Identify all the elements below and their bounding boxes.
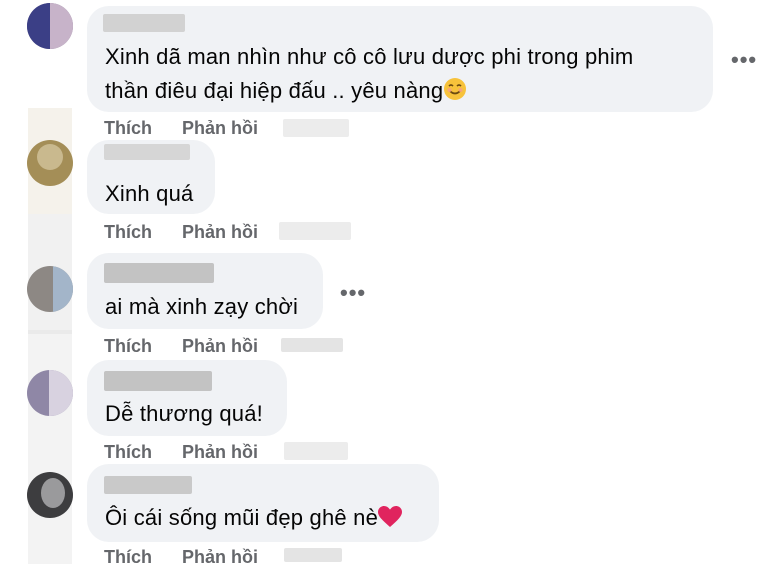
- reply-button[interactable]: Phản hồi: [182, 118, 258, 139]
- avatar[interactable]: [27, 370, 73, 416]
- red-heart-icon: [378, 506, 403, 534]
- avatar[interactable]: [27, 3, 73, 49]
- timestamp-blurred: [279, 222, 351, 240]
- more-options-icon[interactable]: •••: [731, 49, 757, 71]
- reply-button[interactable]: Phản hồi: [182, 222, 258, 243]
- smiling-face-icon: [443, 77, 467, 107]
- avatar[interactable]: [27, 472, 73, 518]
- like-button[interactable]: Thích: [104, 547, 152, 568]
- comment-text-line: Ôi cái sống mũi đẹp ghê nè: [105, 505, 379, 530]
- comment-text: Xinh dã man nhìn như cô cô lưu dược phi …: [105, 44, 634, 69]
- avatar[interactable]: [27, 140, 73, 186]
- reply-button[interactable]: Phản hồi: [182, 442, 258, 463]
- timestamp-blurred: [283, 119, 349, 137]
- reply-button[interactable]: Phản hồi: [182, 336, 258, 357]
- comment-text: Xinh quá: [105, 181, 194, 206]
- timestamp-blurred: [284, 442, 348, 460]
- commenter-name-blurred[interactable]: [104, 476, 192, 494]
- comment-text: Dễ thương quá!: [105, 401, 263, 426]
- like-button[interactable]: Thích: [104, 118, 152, 139]
- like-button[interactable]: Thích: [104, 442, 152, 463]
- comment-text: Ôi cái sống mũi đẹp ghê nè: [105, 505, 403, 534]
- avatar[interactable]: [27, 266, 73, 312]
- like-button[interactable]: Thích: [104, 222, 152, 243]
- reply-button[interactable]: Phản hồi: [182, 547, 258, 568]
- comment-text: ai mà xinh zạy chời: [105, 294, 299, 319]
- more-options-icon[interactable]: •••: [340, 282, 366, 304]
- commenter-name-blurred[interactable]: [103, 14, 185, 32]
- commenter-name-blurred[interactable]: [104, 144, 190, 160]
- comment-text-line: thần điêu đại hiệp đấu .. yêu nàng: [105, 78, 444, 103]
- comment-text: thần điêu đại hiệp đấu .. yêu nàng: [105, 77, 467, 107]
- timestamp-blurred: [284, 548, 342, 562]
- commenter-name-blurred[interactable]: [104, 263, 214, 283]
- timestamp-blurred: [281, 338, 343, 352]
- commenter-name-blurred[interactable]: [104, 371, 212, 391]
- like-button[interactable]: Thích: [104, 336, 152, 357]
